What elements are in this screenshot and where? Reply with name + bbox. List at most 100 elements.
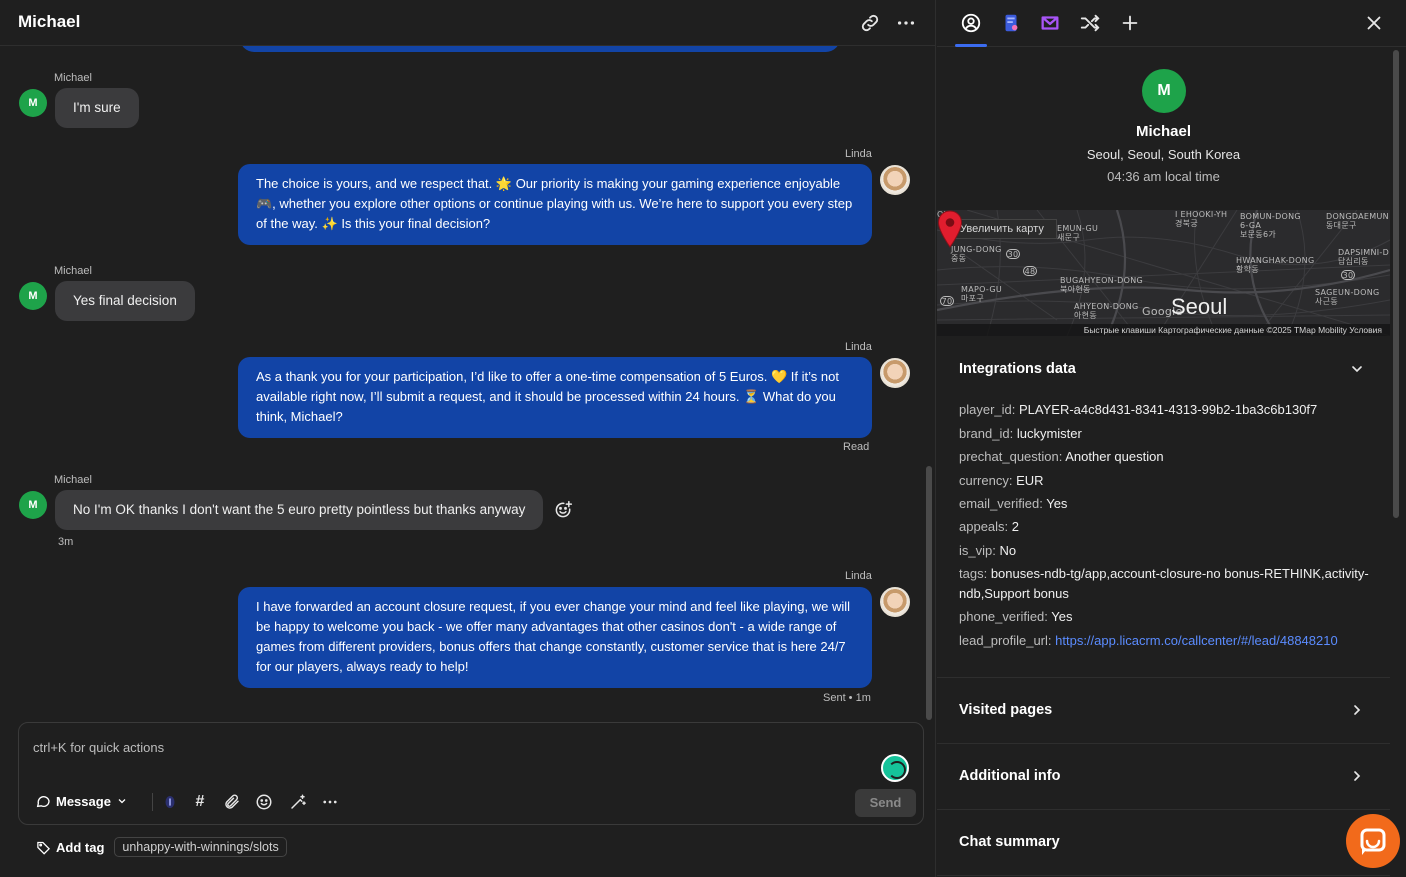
field-value: EUR	[1016, 473, 1044, 488]
integration-field: prechat_question: Another question	[959, 447, 1369, 467]
field-value: No	[999, 543, 1017, 558]
field-key: prechat_question:	[959, 449, 1063, 464]
field-key: lead_profile_url:	[959, 633, 1052, 648]
message-bubble-outgoing: The choice is yours, and we respect that…	[238, 164, 872, 245]
shuffle-icon[interactable]	[1079, 12, 1101, 34]
road-shield: 30	[1006, 249, 1020, 259]
integration-field: player_id: PLAYER-a4c8d431-8341-4313-99b…	[959, 400, 1369, 420]
profile-local-time: 04:36 am local time	[1107, 169, 1220, 184]
integration-field: brand_id: luckymister	[959, 424, 1369, 444]
map-label: I EHOOKI-YH 경북궁	[1175, 210, 1228, 228]
details-tabs	[937, 0, 1406, 47]
previous-message-bubble	[240, 46, 840, 52]
profile-avatar: M	[1142, 69, 1186, 113]
chat-header: Michael	[0, 0, 936, 46]
emoji-icon[interactable]	[255, 793, 273, 811]
integration-field: phone_verified: Yes	[959, 607, 1369, 627]
message-sender: Michael	[54, 72, 92, 84]
profile-location: Seoul, Seoul, South Korea	[1086, 147, 1241, 162]
location-map[interactable]: Увеличить карту OU EMUN-GU 새문구 JUNG-DONG…	[937, 210, 1390, 336]
field-key: is_vip:	[959, 543, 996, 558]
add-reaction-icon[interactable]	[553, 500, 573, 520]
map-label: HWANGHAK-DONG 황학동	[1236, 256, 1315, 274]
customer-avatar: M	[19, 491, 47, 519]
map-footer: Быстрые клавиши Картографические данные …	[937, 324, 1390, 336]
send-button[interactable]: Send	[855, 789, 916, 817]
integrations-section: Integrations data player_id: PLAYER-a4c8…	[937, 336, 1390, 678]
agent-avatar	[880, 587, 910, 617]
map-label: SAGEUN-DONG 사근동	[1315, 288, 1380, 306]
customer-profile-icon[interactable]	[960, 12, 982, 34]
more-tools-icon[interactable]	[321, 793, 339, 811]
message-composer[interactable]: ctrl+K for quick actions Message # Send	[18, 722, 924, 825]
field-key: brand_id:	[959, 426, 1014, 441]
chat-widget-icon	[1360, 828, 1386, 855]
chevron-right-icon[interactable]	[1349, 702, 1365, 718]
grammarly-icon[interactable]	[881, 754, 909, 782]
integration-field: lead_profile_url: https://app.licacrm.co…	[959, 631, 1369, 651]
hashtag-icon[interactable]: #	[191, 793, 209, 811]
field-key: appeals:	[959, 519, 1009, 534]
message-sender: Linda	[845, 570, 872, 582]
map-label: MAPO-GU 마포구	[961, 285, 1003, 303]
integration-field: currency: EUR	[959, 471, 1369, 491]
integration-field: tags: bonuses-ndb-tg/app,account-closure…	[959, 564, 1369, 604]
integration-field: email_verified: Yes	[959, 494, 1369, 514]
visited-pages-section[interactable]: Visited pages	[937, 678, 1390, 744]
magic-wand-icon[interactable]	[289, 793, 307, 811]
lead-profile-link[interactable]: https://app.licacrm.co/callcenter/#/lead…	[1055, 633, 1338, 648]
chat-bubble-icon	[36, 796, 50, 808]
add-tag-button[interactable]: Add tag	[36, 840, 104, 855]
tag-chip[interactable]: unhappy-with-winnings/slots	[114, 837, 287, 857]
more-options-icon[interactable]	[895, 12, 917, 34]
chat-scrollbar[interactable]	[926, 466, 932, 720]
attachment-icon[interactable]	[223, 793, 241, 811]
message-time: 3m	[58, 536, 74, 548]
crm-app-icon[interactable]	[1039, 12, 1061, 34]
add-tag-label: Add tag	[56, 839, 105, 855]
app-integration-icon[interactable]	[1000, 12, 1022, 34]
close-icon[interactable]	[1363, 12, 1385, 34]
chevron-down-icon	[118, 799, 126, 804]
map-label: DONGDAEMUN 동대문구	[1326, 212, 1389, 230]
additional-info-section[interactable]: Additional info	[937, 744, 1390, 810]
integrations-title: Integrations data	[959, 361, 1076, 377]
field-value: Another question	[1065, 449, 1164, 464]
agent-avatar	[880, 358, 910, 388]
chevron-down-icon[interactable]	[1349, 361, 1365, 377]
chat-widget-button[interactable]	[1346, 814, 1400, 868]
customer-avatar: M	[19, 282, 47, 310]
message-sender: Michael	[54, 265, 92, 277]
map-label: BUGAHYEON-DONG 북아현동	[1060, 276, 1143, 294]
message-sender: Linda	[845, 148, 872, 160]
field-value: PLAYER-a4c8d431-8341-4313-99b2-1ba3c6b13…	[1019, 402, 1318, 417]
message-list[interactable]: Michael M I'm sure Linda The choice is y…	[0, 46, 932, 716]
message-type-dropdown[interactable]: Message	[35, 793, 128, 809]
chat-summary-section[interactable]: Chat summary	[937, 810, 1390, 876]
field-value: Yes	[1051, 609, 1073, 624]
field-value: luckymister	[1016, 426, 1082, 441]
details-scrollbar[interactable]	[1393, 50, 1399, 518]
field-key: phone_verified:	[959, 609, 1048, 624]
profile-name: Michael	[1135, 123, 1192, 140]
map-label: AHYEON-DONG 아현동	[1074, 302, 1139, 320]
message-sender: Linda	[845, 341, 872, 353]
road-shield: 30	[1341, 270, 1355, 280]
map-city-label: Seoul	[1171, 294, 1228, 319]
integration-field: appeals: 2	[959, 517, 1369, 537]
map-zoom-button[interactable]: Увеличить карту	[947, 219, 1057, 239]
ai-assistant-icon[interactable]	[161, 793, 179, 811]
field-value: bonuses-ndb-tg/app,account-closure-no bo…	[959, 566, 1369, 601]
integration-field: is_vip: No	[959, 541, 1369, 561]
message-input[interactable]: ctrl+K for quick actions	[33, 740, 164, 755]
field-key: currency:	[959, 473, 1013, 488]
chat-summary-title: Chat summary	[959, 834, 1060, 850]
map-label: BOMUN-DONG 6-GA 보문동6가	[1240, 212, 1301, 239]
add-app-icon[interactable]	[1119, 12, 1141, 34]
field-key: email_verified:	[959, 496, 1043, 511]
active-tab-indicator	[955, 44, 987, 47]
details-panel: M Michael Seoul, Seoul, South Korea 04:3…	[937, 0, 1406, 877]
link-icon[interactable]	[859, 12, 881, 34]
chevron-right-icon[interactable]	[1349, 768, 1365, 784]
message-type-label: Message	[56, 793, 111, 809]
